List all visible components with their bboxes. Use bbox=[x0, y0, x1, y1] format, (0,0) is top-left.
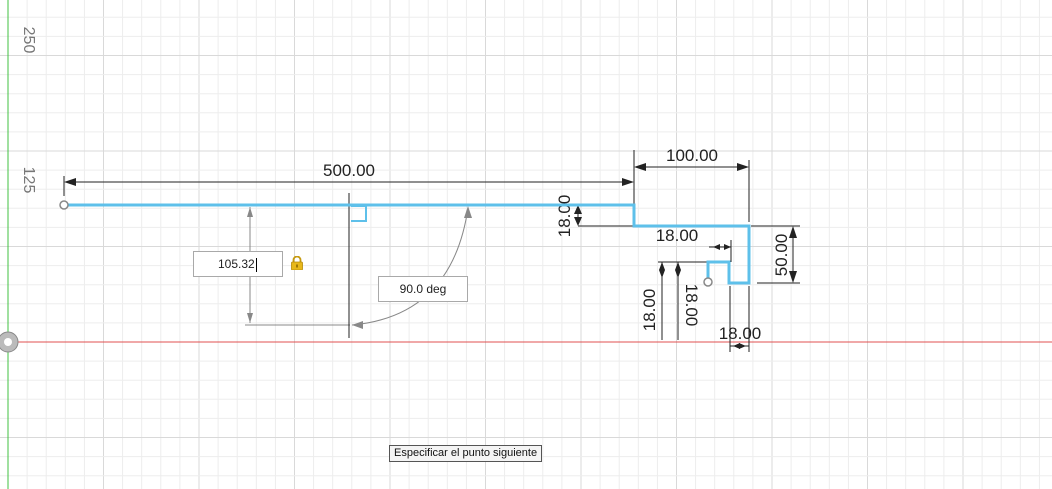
angle-input[interactable]: 90.0 deg bbox=[378, 276, 468, 302]
lock-icon[interactable] bbox=[290, 256, 304, 270]
dimension-inner-width[interactable] bbox=[709, 240, 732, 262]
dimension-right-height-text[interactable]: 50.00 bbox=[772, 234, 791, 277]
start-point[interactable] bbox=[59, 200, 69, 210]
dimension-right-width[interactable] bbox=[634, 160, 750, 222]
prompt-tooltip: Especificar el punto siguiente bbox=[389, 445, 543, 462]
end-point[interactable] bbox=[703, 277, 713, 287]
length-input[interactable]: 105.32 bbox=[193, 251, 283, 277]
dimension-overall-length-text[interactable]: 500.00 bbox=[323, 161, 375, 180]
origin-icon[interactable] bbox=[0, 331, 19, 353]
text-caret bbox=[255, 257, 257, 272]
sketch-profile[interactable] bbox=[64, 203, 751, 285]
y-axis-label-250: 250 bbox=[20, 27, 37, 54]
dimension-lower-vertical-right-text[interactable]: 18.00 bbox=[682, 284, 701, 327]
dimension-inner-width-text[interactable]: 18.00 bbox=[656, 226, 699, 245]
sketch-canvas[interactable]: 250 125 500.00 100.00 18.00 50.00 18.00 … bbox=[0, 0, 1052, 489]
length-input-value: 105.32 bbox=[218, 257, 255, 271]
dimension-bottom-width-text[interactable]: 18.00 bbox=[719, 324, 762, 343]
dimension-right-width-text[interactable]: 100.00 bbox=[666, 146, 718, 165]
grid bbox=[0, 0, 1052, 489]
dimension-lower-vertical-left-text[interactable]: 18.00 bbox=[640, 289, 659, 332]
y-axis-label-125: 125 bbox=[20, 167, 37, 194]
dimension-step-height-text[interactable]: 18.00 bbox=[555, 195, 574, 238]
